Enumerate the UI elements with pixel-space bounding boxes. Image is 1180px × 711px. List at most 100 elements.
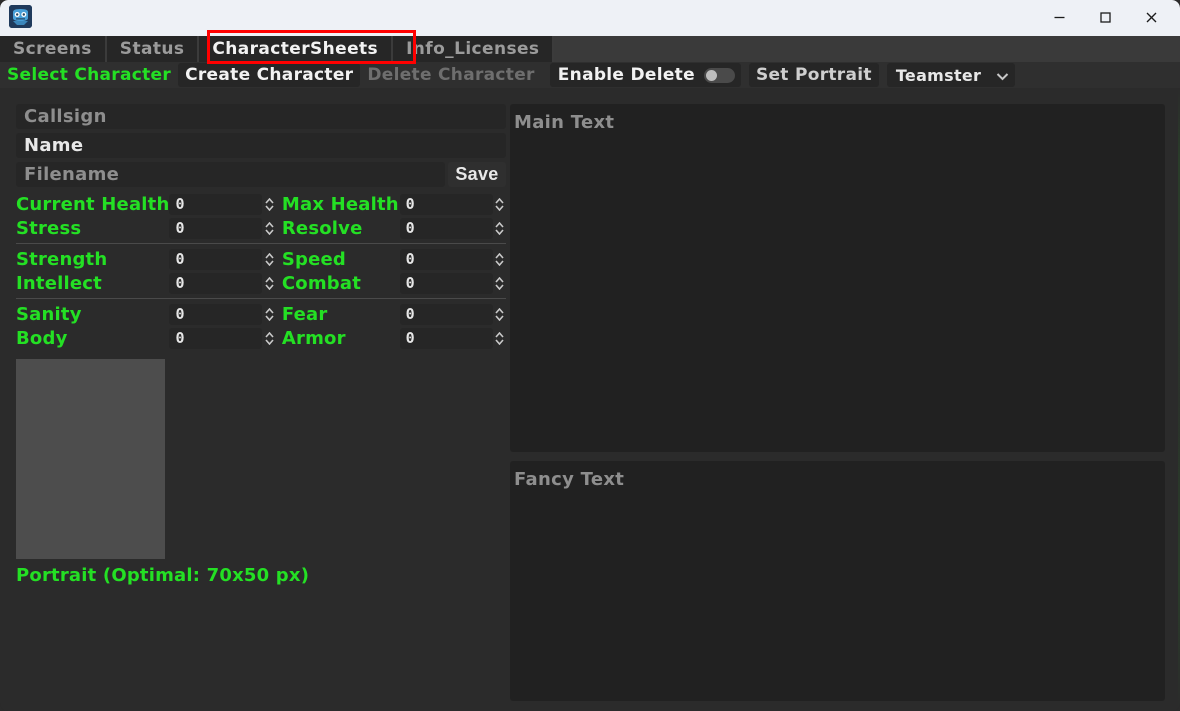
minimize-icon[interactable] <box>1036 1 1082 34</box>
create-character-button[interactable]: Create Character <box>178 63 361 87</box>
character-toolbar: Select Character Create Character Delete… <box>0 62 1180 88</box>
toggle-switch-knob <box>705 70 717 81</box>
character-sheet-content: Callsign Name Filename Save Current Heal… <box>0 88 1180 711</box>
stat-input-body[interactable]: 0 <box>169 327 263 349</box>
close-icon[interactable] <box>1128 1 1174 34</box>
stat-input-max-health[interactable]: 0 <box>399 193 493 215</box>
filename-row: Filename Save <box>16 162 506 187</box>
delete-character-button[interactable]: Delete Character <box>360 63 541 87</box>
stepper-strength[interactable] <box>262 252 276 266</box>
stat-value: 0 <box>405 329 415 347</box>
stat-divider <box>16 298 506 299</box>
stat-value: 0 <box>175 195 185 213</box>
tab-bar-filler <box>554 36 1180 62</box>
stat-label-body: Body <box>16 327 68 349</box>
fancy-text-placeholder: Fancy Text <box>514 469 625 490</box>
stepper-fear[interactable] <box>493 307 507 321</box>
stat-input-current-health[interactable]: 0 <box>169 193 263 215</box>
stat-value: 0 <box>175 329 185 347</box>
tab-bar: Screens Status CharacterSheets Info_Lice… <box>0 36 1180 62</box>
stat-label-sanity: Sanity <box>16 303 82 325</box>
stat-value: 0 <box>405 195 415 213</box>
stat-row: Current Health 0 Max Health 0 <box>16 192 506 216</box>
stat-input-combat[interactable]: 0 <box>399 272 493 294</box>
filename-placeholder: Filename <box>24 164 120 185</box>
stat-value: 0 <box>405 219 415 237</box>
stat-input-fear[interactable]: 0 <box>399 303 493 325</box>
tab-info-licenses[interactable]: Info_Licenses <box>393 36 555 62</box>
stat-value: 0 <box>175 274 185 292</box>
stat-group-attributes: Strength 0 Speed 0 Intellect 0 Combat 0 <box>16 247 506 295</box>
character-fields-pane: Callsign Name Filename Save Current Heal… <box>16 104 506 586</box>
character-class-value: Teamster <box>895 65 982 85</box>
window-controls <box>1036 1 1174 34</box>
stepper-max-health[interactable] <box>493 197 507 211</box>
enable-delete-label: Enable Delete <box>557 65 695 85</box>
stat-row: Intellect 0 Combat 0 <box>16 271 506 295</box>
portrait-preview[interactable] <box>16 359 165 559</box>
stat-group-mental: Sanity 0 Fear 0 Body 0 Armor 0 <box>16 302 506 350</box>
stat-label-combat: Combat <box>281 272 362 294</box>
stat-group-health: Current Health 0 Max Health 0 Stress 0 R… <box>16 192 506 240</box>
stat-label-max-health: Max Health <box>281 193 399 215</box>
stat-input-resolve[interactable]: 0 <box>399 217 493 239</box>
filename-input[interactable]: Filename <box>16 162 445 187</box>
stat-input-armor[interactable]: 0 <box>399 327 493 349</box>
portrait-caption: Portrait (Optimal: 70x50 px) <box>16 565 310 586</box>
stat-row: Stress 0 Resolve 0 <box>16 216 506 240</box>
text-editors-pane: Main Text Fancy Text <box>510 104 1165 701</box>
stat-row: Sanity 0 Fear 0 <box>16 302 506 326</box>
stat-value: 0 <box>405 274 415 292</box>
stat-label-armor: Armor <box>281 327 346 349</box>
stat-value: 0 <box>405 250 415 268</box>
main-text-placeholder: Main Text <box>514 112 615 133</box>
stat-value: 0 <box>405 305 415 323</box>
name-value: Name <box>24 135 84 156</box>
name-input[interactable]: Name <box>16 133 506 158</box>
stat-input-sanity[interactable]: 0 <box>169 303 263 325</box>
stat-row: Strength 0 Speed 0 <box>16 247 506 271</box>
select-character-button[interactable]: Select Character <box>0 63 178 87</box>
stepper-current-health[interactable] <box>262 197 276 211</box>
stat-label-resolve: Resolve <box>281 217 363 239</box>
stat-input-stress[interactable]: 0 <box>169 217 263 239</box>
tab-status[interactable]: Status <box>106 36 200 62</box>
stat-divider <box>16 243 506 244</box>
title-bar <box>0 0 1180 36</box>
save-button[interactable]: Save <box>448 162 506 187</box>
enable-delete-toggle[interactable]: Enable Delete <box>549 63 741 87</box>
stat-input-speed[interactable]: 0 <box>399 248 493 270</box>
application-window: Screens Status CharacterSheets Info_Lice… <box>0 0 1180 711</box>
stat-label-current-health: Current Health <box>16 193 170 215</box>
stat-label-fear: Fear <box>281 303 328 325</box>
stat-value: 0 <box>175 305 185 323</box>
stepper-body[interactable] <box>262 331 276 345</box>
toggle-switch-track[interactable] <box>703 67 735 83</box>
stepper-resolve[interactable] <box>493 221 507 235</box>
fancy-text-editor[interactable]: Fancy Text <box>510 461 1165 701</box>
stat-label-stress: Stress <box>16 217 82 239</box>
stat-value: 0 <box>175 250 185 268</box>
stepper-intellect[interactable] <box>262 276 276 290</box>
chevron-down-icon <box>996 66 1009 85</box>
stat-label-speed: Speed <box>281 248 347 270</box>
stepper-stress[interactable] <box>262 221 276 235</box>
maximize-icon[interactable] <box>1082 1 1128 34</box>
callsign-input[interactable]: Callsign <box>16 104 506 129</box>
stat-row: Body 0 Armor 0 <box>16 326 506 350</box>
set-portrait-button[interactable]: Set Portrait <box>748 63 879 87</box>
character-class-dropdown[interactable]: Teamster <box>886 63 1015 87</box>
tab-charactersheets[interactable]: CharacterSheets <box>199 36 394 62</box>
stepper-combat[interactable] <box>493 276 507 290</box>
callsign-placeholder: Callsign <box>24 106 107 127</box>
stat-value: 0 <box>175 219 185 237</box>
godot-robot-icon <box>9 5 32 28</box>
main-text-editor[interactable]: Main Text <box>510 104 1165 452</box>
tab-screens[interactable]: Screens <box>0 36 107 62</box>
stat-input-strength[interactable]: 0 <box>169 248 263 270</box>
stepper-sanity[interactable] <box>262 307 276 321</box>
stepper-armor[interactable] <box>493 331 507 345</box>
stat-label-strength: Strength <box>16 248 108 270</box>
stepper-speed[interactable] <box>493 252 507 266</box>
stat-input-intellect[interactable]: 0 <box>169 272 263 294</box>
